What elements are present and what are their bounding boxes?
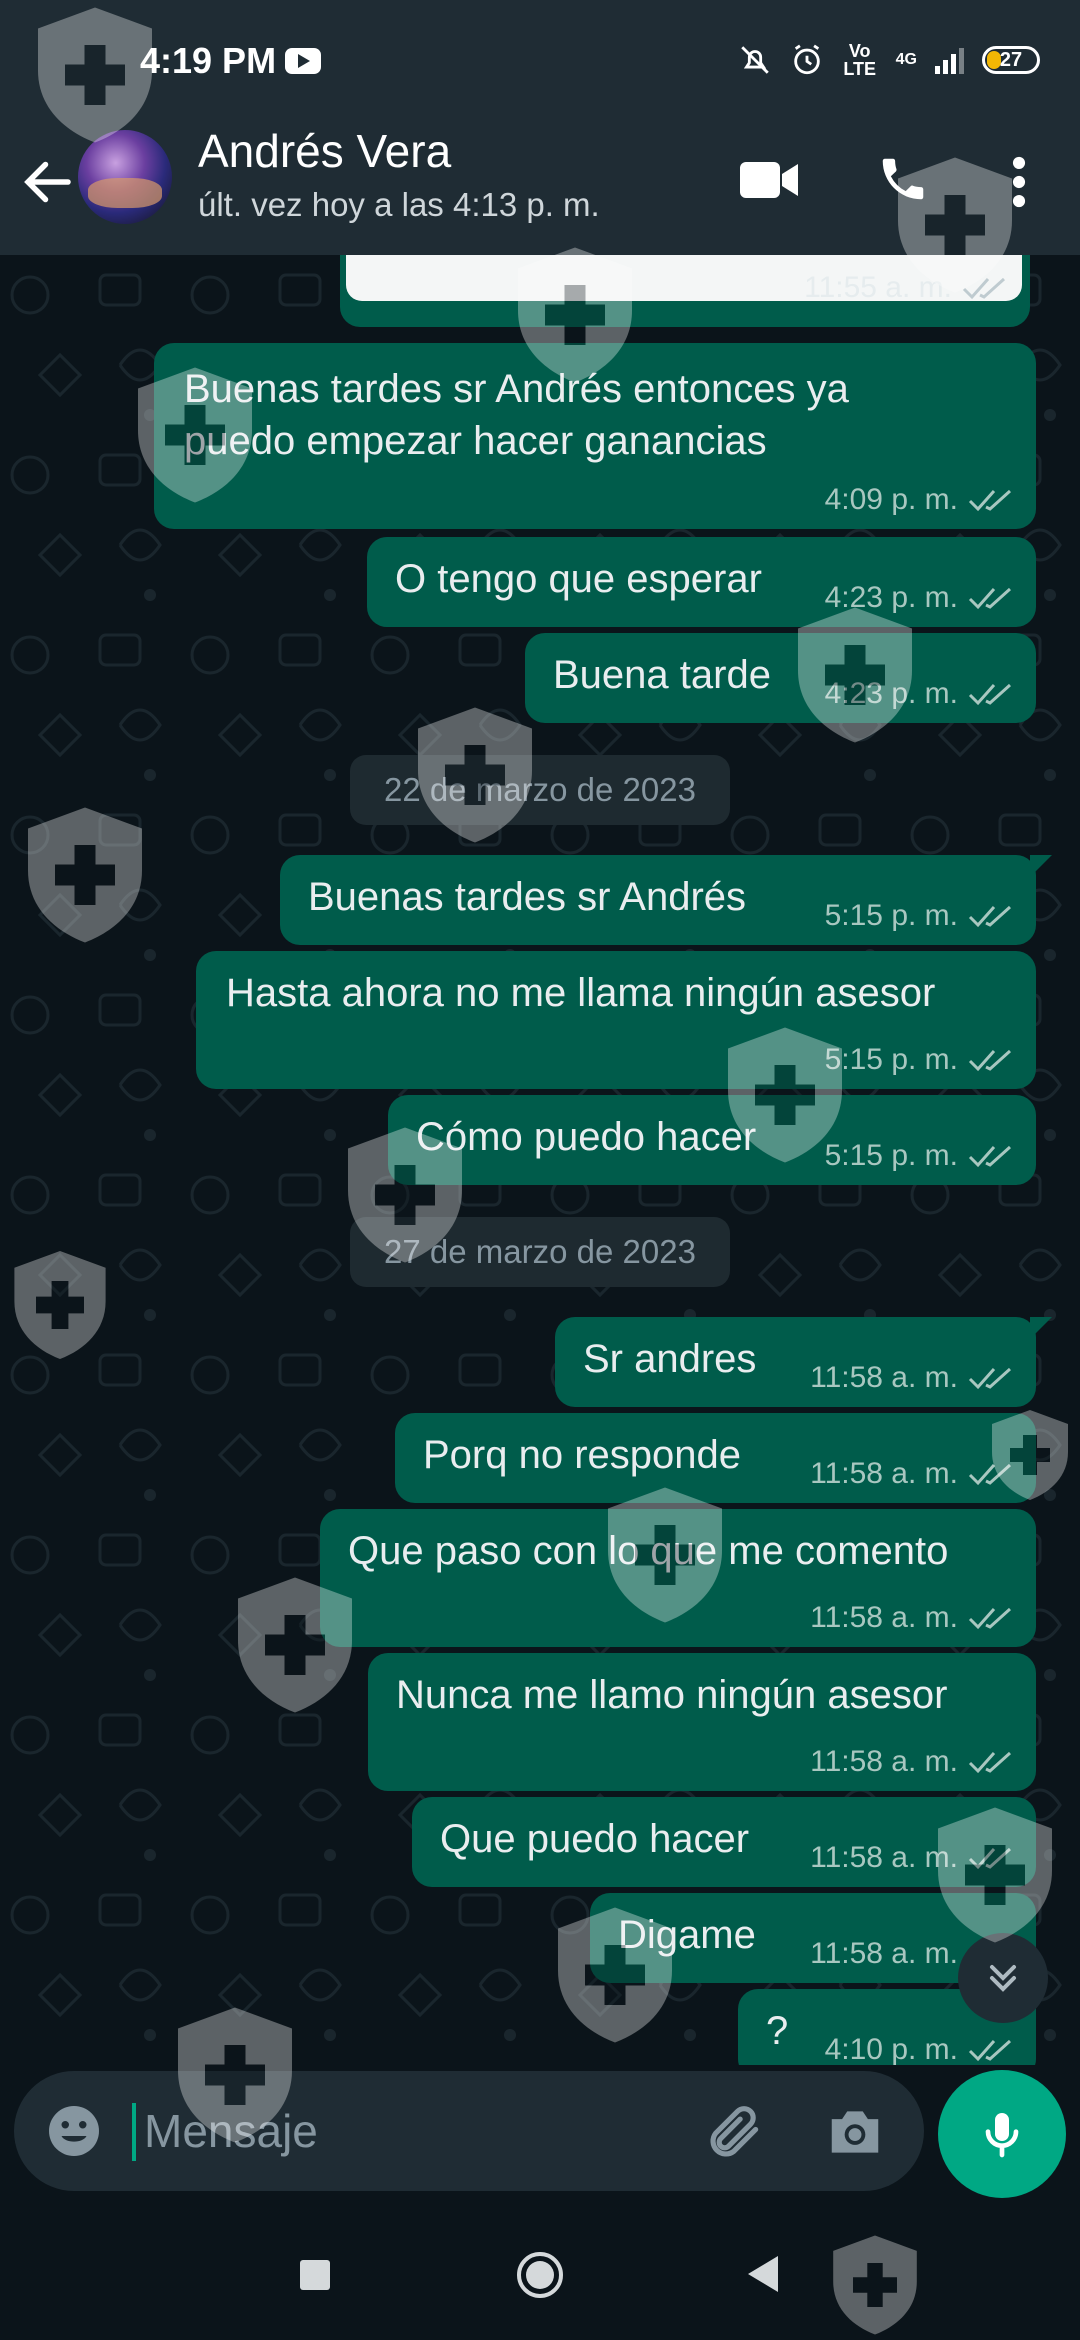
double-check-icon [968,905,1012,928]
message-text: Porq no responde [423,1433,742,1477]
message-time: 4:10 p. m. [824,2033,958,2065]
message-bubble[interactable]: Porq no responde 11:58 a. m. [395,1413,1036,1503]
message-bubble[interactable]: Nunca me llamo ningún asesor 11:58 a. m. [368,1653,1036,1791]
back-arrow-icon[interactable] [18,152,78,212]
double-check-icon [968,2039,1012,2062]
emoji-icon[interactable] [44,2101,104,2161]
double-check-icon [968,489,1012,512]
date-separator: 22 de marzo de 2023 [350,755,730,825]
double-check-icon [962,277,1006,300]
avatar[interactable] [78,130,172,224]
message-time: 5:15 p. m. [824,1043,958,1076]
network-type: 4G [895,51,917,68]
message-time: 5:15 p. m. [824,1139,958,1172]
mic-icon[interactable] [938,2070,1066,2198]
message-bubble[interactable]: Sr andres 11:58 a. m. [555,1317,1052,1407]
more-vert-icon[interactable] [1005,156,1033,208]
home-button[interactable] [515,2250,565,2300]
system-nav-bar [0,2200,1080,2340]
system-back-button[interactable] [742,2252,782,2296]
double-check-icon [968,1463,1012,1486]
message-text: O tengo que esperar [395,557,762,601]
signal-icon [935,46,964,74]
message-bubble[interactable]: Buena tarde 4:23 p. m. [525,633,1036,723]
message-bubble[interactable]: Hasta ahora no me llama ningún asesor 5:… [196,951,1036,1089]
message-text-line: Buenas tardes sr Andrés entonces ya [184,367,849,411]
recents-button[interactable] [300,2260,330,2290]
message-time: 11:58 a. m. [810,1457,958,1490]
message-text: Digame [618,1913,756,1957]
alarm-icon [790,43,824,77]
message-text: Que puedo hacer [440,1817,750,1861]
text-caret [132,2103,136,2161]
youtube-notification-icon [285,48,321,74]
message-bubble[interactable]: Buenas tardes sr Andrés entonces ya pued… [154,343,1036,529]
message-text: ? [766,2009,789,2053]
phone-icon[interactable] [876,152,930,206]
message-time: 11:58 a. m. [810,1937,958,1970]
status-icons: Vo LTE 4G 27 [738,38,1040,82]
scroll-down-icon[interactable] [958,1933,1048,2023]
message-time: 11:58 a. m. [810,1745,958,1778]
message-text: Buenas tardes sr Andrés [308,875,747,919]
message-time: 11:58 a. m. [810,1361,958,1394]
message-text-line: puedo empezar hacer ganancias [184,419,767,463]
message-time: 4:23 p. m. [824,677,958,710]
message-bubble[interactable]: Que puedo hacer 11:58 a. m. [412,1797,1036,1887]
video-call-icon[interactable] [740,158,800,202]
message-text: Buena tarde [553,653,771,697]
message-time: 4:09 p. m. [824,483,958,516]
message-time: 11:58 a. m. [810,1841,958,1874]
message-text: Nunca me llamo ningún asesor [396,1673,948,1717]
image-message-bubble[interactable]: 11:55 a. m. [340,255,1030,327]
status-time: 4:19 PM [140,40,277,81]
message-bubble[interactable]: Que paso con lo que me comento 11:58 a. … [320,1509,1036,1647]
camera-icon[interactable] [824,2101,886,2163]
battery-level: 27 [999,48,1023,71]
status-bar: 4:19 PM Vo LTE 4G 27 [0,0,1080,130]
message-input[interactable] [144,2097,684,2165]
message-time: 11:55 a. m. [804,271,952,304]
mute-bell-icon [738,43,772,77]
chat-area[interactable]: 11:55 a. m. Buenas tardes sr Andrés ento… [0,255,1080,2065]
composer-bar [0,2065,1080,2200]
attach-icon[interactable] [704,2101,766,2163]
contact-name[interactable]: Andrés Vera [198,124,451,178]
double-check-icon [968,1049,1012,1072]
double-check-icon [968,1847,1012,1870]
date-separator: 27 de marzo de 2023 [350,1217,730,1287]
double-check-icon [968,1607,1012,1630]
double-check-icon [968,587,1012,610]
message-bubble[interactable]: Cómo puedo hacer 5:15 p. m. [388,1095,1036,1185]
double-check-icon [968,1145,1012,1168]
message-text: Hasta ahora no me llama ningún asesor [226,971,936,1015]
double-check-icon [968,1367,1012,1390]
message-input-container[interactable] [14,2071,924,2191]
double-check-icon [968,683,1012,706]
message-bubble[interactable]: Buenas tardes sr Andrés 5:15 p. m. [280,855,1052,945]
message-time: 4:23 p. m. [824,581,958,614]
message-text: Cómo puedo hacer [416,1115,757,1159]
volte-indicator: Vo LTE [843,41,876,79]
message-text: Que paso con lo que me comento [348,1529,949,1573]
message-text: Sr andres [583,1337,757,1381]
message-time: 5:15 p. m. [824,899,958,932]
battery-icon: 27 [982,46,1040,74]
message-time: 11:58 a. m. [810,1601,958,1634]
double-check-icon [968,1751,1012,1774]
chat-header: Andrés Vera últ. vez hoy a las 4:13 p. m… [0,125,1080,255]
last-seen-status: últ. vez hoy a las 4:13 p. m. [198,186,600,223]
message-bubble[interactable]: O tengo que esperar 4:23 p. m. [367,537,1036,627]
